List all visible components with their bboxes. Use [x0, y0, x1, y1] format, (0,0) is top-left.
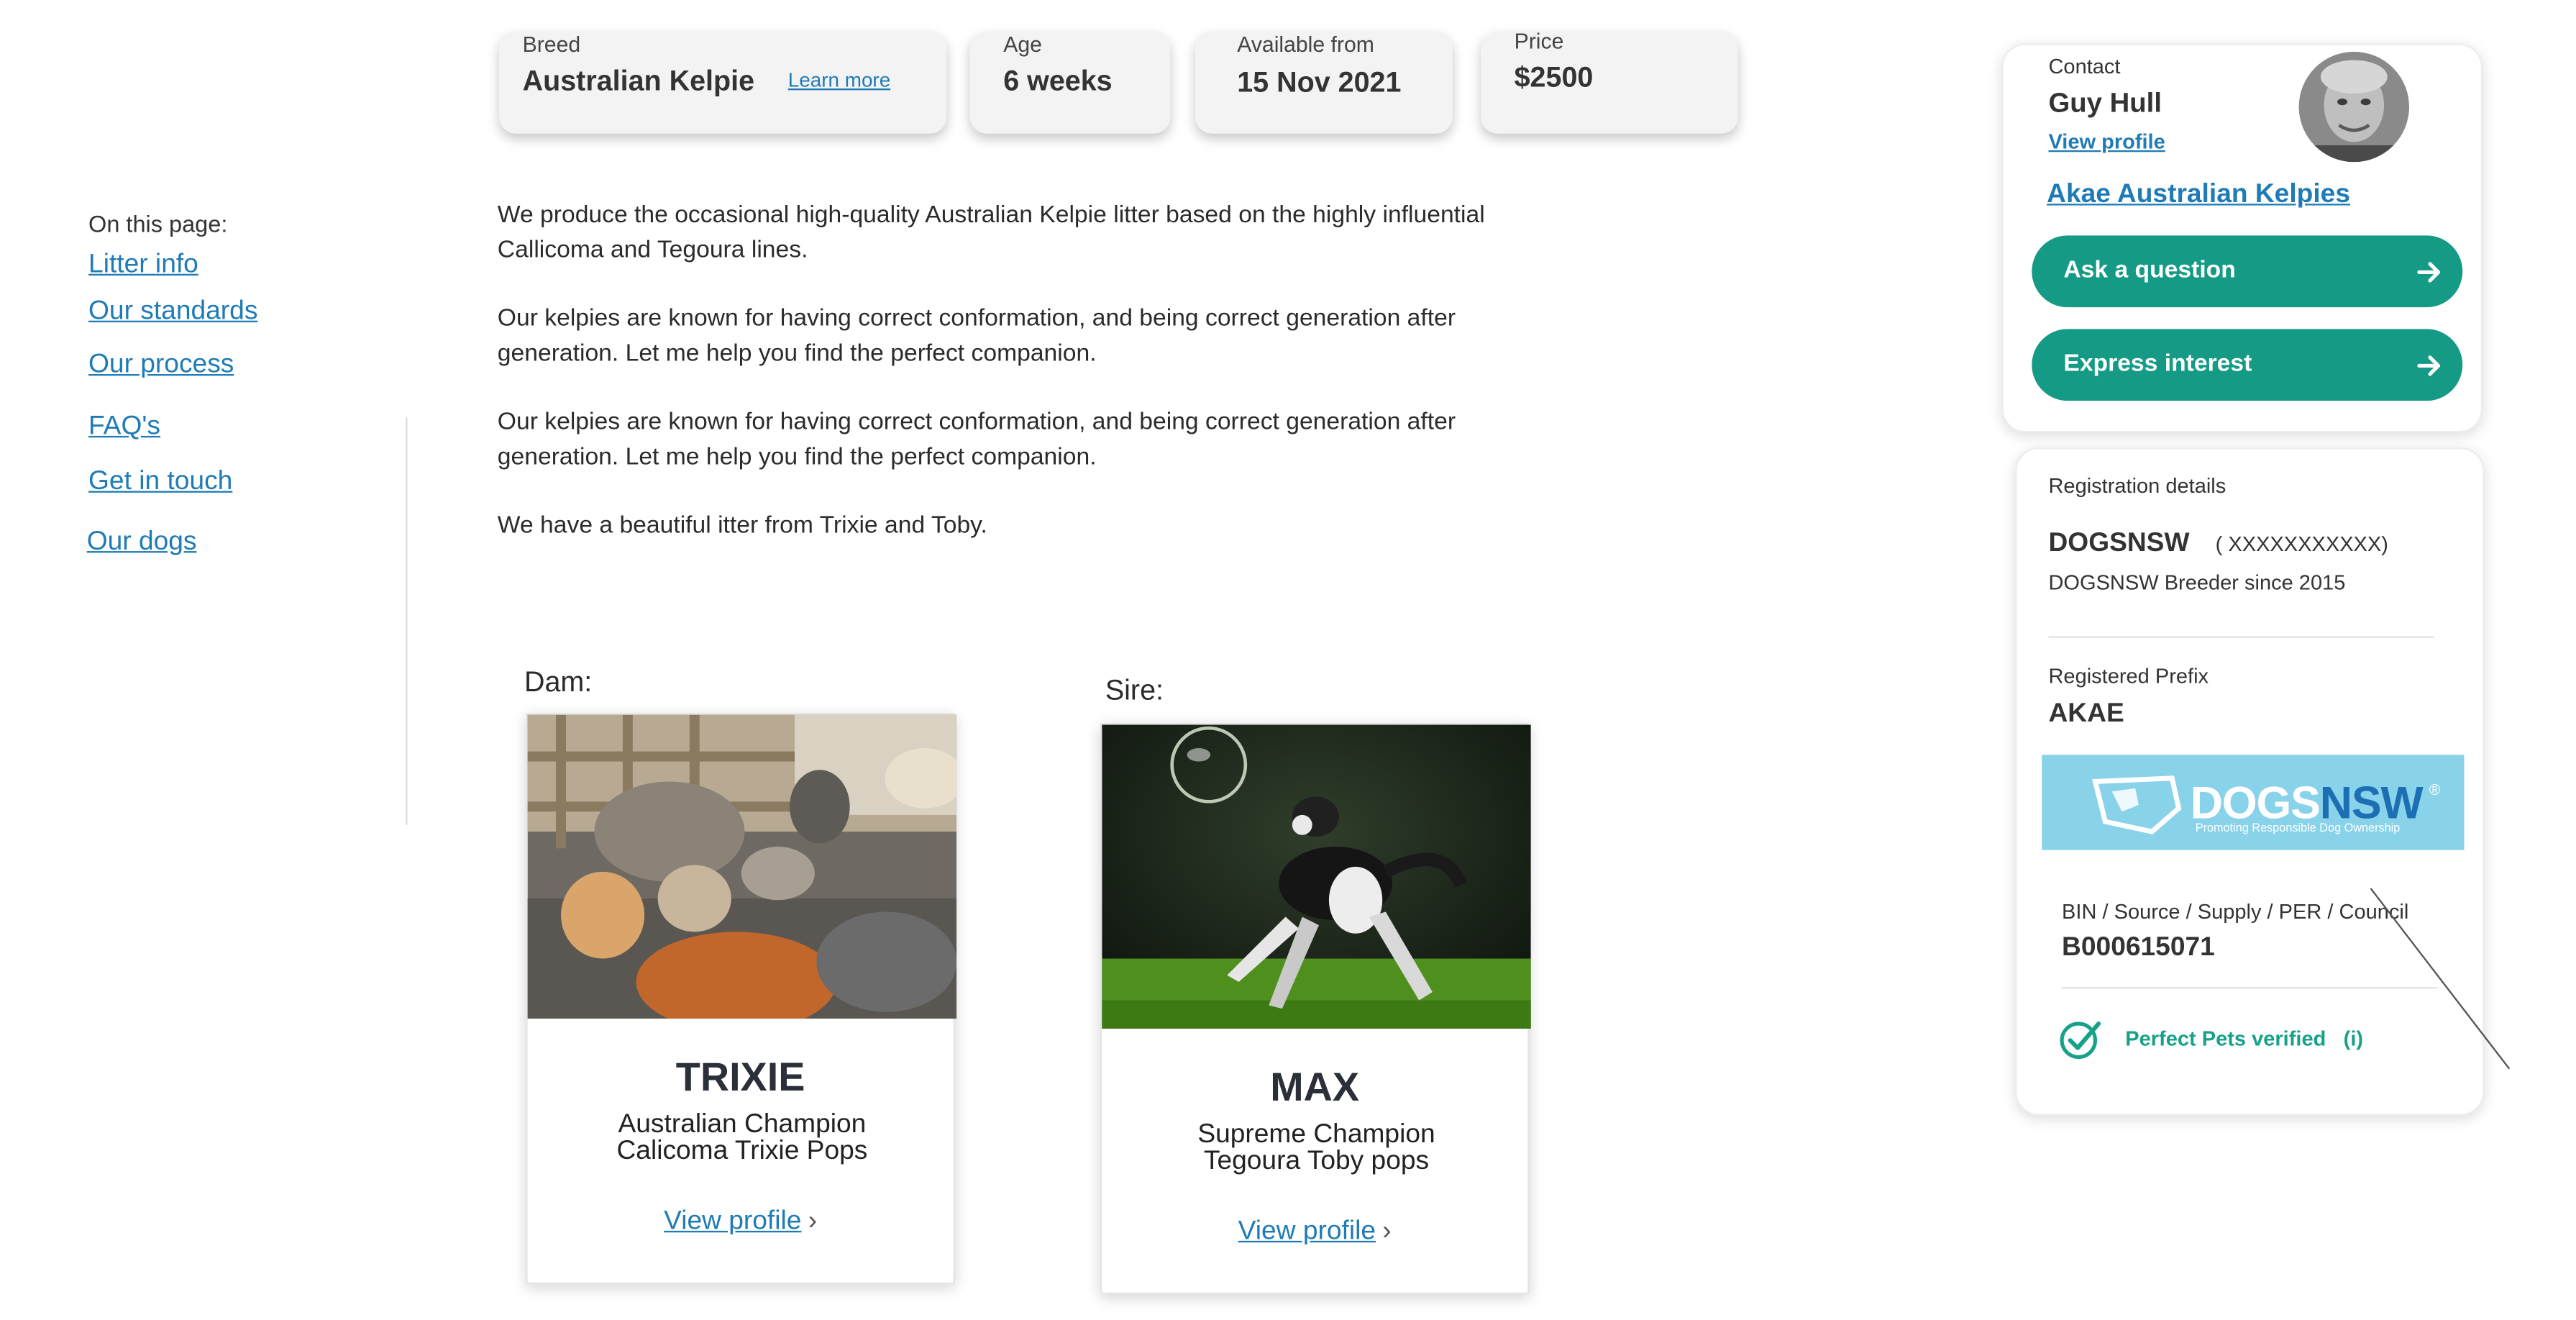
price-label: Price	[1514, 28, 1564, 54]
wordmark-dogs: DOGS	[2190, 778, 2321, 829]
sire-view-profile-label[interactable]: View profile	[1238, 1217, 1376, 1245]
kennel-link[interactable]: Akae Australian Kelpies	[2047, 181, 2350, 211]
sire-title-line1: Supreme Champion	[1197, 1120, 1435, 1150]
arrow-right-icon	[2417, 262, 2441, 283]
nav-link-our-process[interactable]: Our process	[88, 351, 234, 381]
age-card: Age 6 weeks	[969, 32, 1171, 134]
available-label: Available from	[1237, 32, 1374, 57]
annotation-line	[2370, 888, 2511, 1070]
dam-view-profile[interactable]: View profile ›	[528, 1207, 954, 1237]
contact-card: Contact Guy Hull View profile Akae Austr…	[2001, 43, 2483, 433]
dam-view-profile-label[interactable]: View profile	[664, 1207, 801, 1235]
dam-title-line1: Australian Champion	[618, 1110, 867, 1139]
perfect-pets-verified: Perfect Pets verified (i)	[2125, 1027, 2363, 1051]
verified-check-icon	[2060, 1021, 2101, 1060]
nav-divider	[406, 417, 408, 825]
dam-card: TRIXIE Australian Champion Calicoma Trix…	[526, 713, 957, 1285]
chevron-right-icon: ›	[808, 1207, 818, 1236]
conformation-paragraph-2: Our kelpies are known for having correct…	[497, 409, 1456, 471]
chevron-right-icon: ›	[1382, 1217, 1392, 1246]
available-value: 15 Nov 2021	[1237, 66, 1402, 99]
wordmark-nsw: NSW	[2319, 778, 2424, 829]
price-card: Price $2500	[1481, 28, 1738, 134]
nav-link-our-dogs[interactable]: Our dogs	[87, 528, 197, 558]
dam-photo	[527, 714, 957, 1019]
breed-value: Australian Kelpie	[522, 65, 755, 97]
learn-more-link[interactable]: Learn more	[788, 68, 890, 92]
sire-label: Sire:	[1105, 674, 1164, 706]
intro-paragraph: We produce the occasional high-quality A…	[497, 201, 1485, 264]
age-label: Age	[1003, 32, 1042, 57]
contact-label: Contact	[2048, 55, 2121, 79]
verified-label: Perfect Pets verified	[2125, 1027, 2326, 1051]
registration-since: DOGSNSW Breeder since 2015	[2048, 570, 2346, 595]
registered-mark: ®	[2429, 781, 2441, 798]
arrow-right-icon	[2417, 355, 2441, 376]
bin-label: BIN / Source / Supply / PER / Council	[2062, 900, 2409, 924]
litter-paragraph: We have a beautiful itter from Trixie an…	[497, 512, 987, 540]
breed-card: Breed Australian Kelpie Learn more	[499, 32, 947, 134]
registration-body-name: DOGSNSW	[2048, 529, 2190, 558]
registration-title: Registration details	[2048, 474, 2226, 498]
divider	[2048, 636, 2434, 638]
nav-link-litter-info[interactable]: Litter info	[88, 250, 198, 281]
on-this-page-title: On this page:	[88, 210, 228, 237]
page: Breed Australian Kelpie Learn more Age 6…	[0, 0, 2576, 1320]
nav-link-our-standards[interactable]: Our standards	[88, 297, 257, 327]
age-value: 6 weeks	[1003, 65, 1113, 97]
prefix-value: AKAE	[2048, 699, 2124, 729]
prefix-label: Registered Prefix	[2048, 664, 2209, 688]
nav-link-faqs[interactable]: FAQ's	[88, 412, 160, 442]
express-interest-label: Express interest	[2063, 350, 2252, 378]
sire-name: MAX	[1270, 1065, 1360, 1111]
express-interest-button[interactable]: Express interest	[2032, 329, 2463, 401]
dogsnsw-logo: DOGSNSW ® Promoting Responsible Dog Owne…	[2042, 755, 2465, 850]
price-value: $2500	[1514, 61, 1594, 94]
dam-name: TRIXIE	[675, 1055, 805, 1101]
sire-photo	[1102, 724, 1531, 1029]
contact-view-profile-link[interactable]: View profile	[2048, 130, 2165, 154]
breeder-avatar	[2298, 51, 2409, 163]
contact-name: Guy Hull	[2048, 88, 2162, 119]
dogsnsw-emblem-icon	[2092, 775, 2182, 834]
bin-value: B000615071	[2062, 933, 2215, 962]
breed-label: Breed	[522, 32, 581, 57]
nav-link-get-in-touch[interactable]: Get in touch	[88, 468, 232, 498]
ask-question-button[interactable]: Ask a question	[2032, 235, 2463, 308]
sire-title-line2: Tegoura Toby pops	[1203, 1147, 1430, 1176]
dam-label: Dam:	[524, 666, 593, 698]
dam-title-line2: Calicoma Trixie Pops	[616, 1137, 868, 1166]
ask-question-label: Ask a question	[2063, 257, 2236, 284]
dogsnsw-tagline: Promoting Responsible Dog Ownership	[2195, 823, 2401, 835]
registration-number: ( XXXXXXXXXXX)	[2215, 532, 2388, 557]
sire-card: MAX Supreme Champion Tegoura Toby pops V…	[1100, 723, 1531, 1295]
dogsnsw-wordmark: DOGSNSW	[2190, 778, 2424, 830]
available-card: Available from 15 Nov 2021	[1195, 32, 1453, 134]
info-icon[interactable]: (i)	[2344, 1027, 2363, 1051]
conformation-paragraph: Our kelpies are known for having correct…	[497, 305, 1456, 368]
sire-view-profile[interactable]: View profile ›	[1102, 1217, 1527, 1247]
